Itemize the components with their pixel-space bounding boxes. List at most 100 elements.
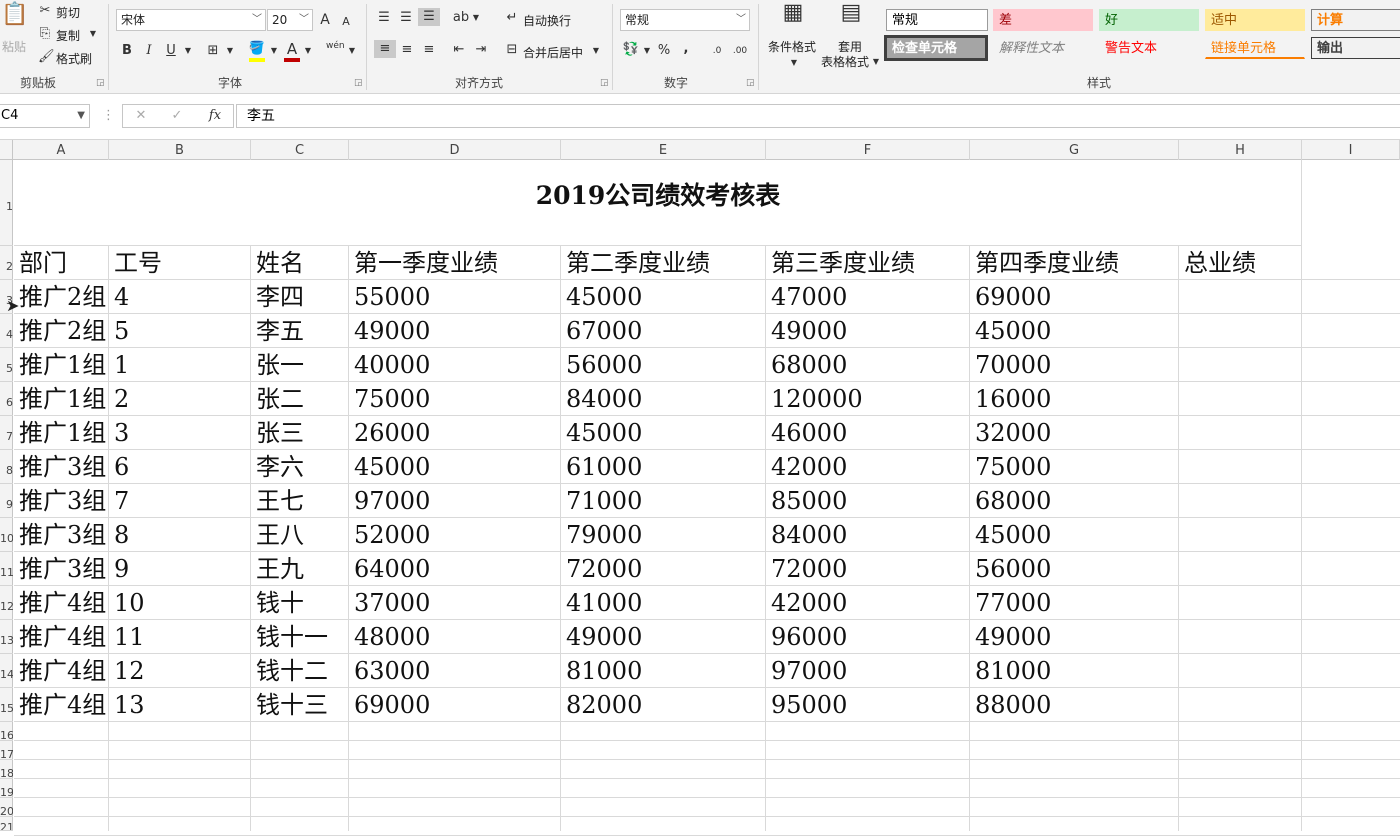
row-header-12[interactable]: 12 <box>0 586 13 620</box>
data-cell-a[interactable]: 推广4组 <box>14 620 109 654</box>
data-cell-h[interactable] <box>1179 518 1302 552</box>
row-header-15[interactable]: 15 <box>0 688 13 722</box>
table-format-dropdown-icon[interactable]: ▼ <box>871 53 881 71</box>
data-cell-a[interactable]: 推广1组 <box>14 348 109 382</box>
font-color-icon[interactable]: A <box>284 40 300 58</box>
header-cell-c[interactable]: 姓名 <box>251 246 349 280</box>
paste-button[interactable]: 粘贴 <box>2 38 26 55</box>
data-cell-g[interactable]: 49000 <box>970 620 1179 654</box>
data-cell-b[interactable]: 3 <box>109 416 251 450</box>
data-cell-g[interactable]: 45000 <box>970 314 1179 348</box>
data-cell-c[interactable]: 李四 <box>251 280 349 314</box>
data-cell-b[interactable]: 4 <box>109 280 251 314</box>
data-cell-g[interactable]: 68000 <box>970 484 1179 518</box>
data-cell-e[interactable]: 79000 <box>561 518 766 552</box>
data-cell-g[interactable]: 75000 <box>970 450 1179 484</box>
data-cell-d[interactable]: 49000 <box>349 314 561 348</box>
row-header-8[interactable]: 8 <box>0 450 13 484</box>
shrink-font-button[interactable]: A <box>340 13 352 31</box>
row-header-19[interactable]: 19 <box>0 779 13 798</box>
data-cell-d[interactable]: 45000 <box>349 450 561 484</box>
data-cell-g[interactable]: 69000 <box>970 280 1179 314</box>
data-cell-g[interactable]: 32000 <box>970 416 1179 450</box>
clipboard-launcher-icon[interactable]: ◲ <box>96 78 105 88</box>
cell-style-2[interactable]: 差 <box>993 9 1093 31</box>
data-cell-h[interactable] <box>1179 484 1302 518</box>
data-cell-b[interactable]: 8 <box>109 518 251 552</box>
align-top-icon[interactable]: ☰ <box>375 9 393 27</box>
cancel-icon[interactable]: ✕ <box>133 107 149 125</box>
data-cell-g[interactable]: 56000 <box>970 552 1179 586</box>
comma-button[interactable]: , <box>679 40 693 58</box>
row-header-14[interactable]: 14 <box>0 654 13 688</box>
data-cell-a[interactable]: 推广1组 <box>14 382 109 416</box>
row-header-9[interactable]: 9 <box>0 484 13 518</box>
data-cell-d[interactable]: 48000 <box>349 620 561 654</box>
cell-style-4[interactable]: 适中 <box>1205 9 1305 31</box>
data-cell-h[interactable] <box>1179 280 1302 314</box>
data-cell-a[interactable]: 推广4组 <box>14 688 109 722</box>
data-cell-f[interactable]: 96000 <box>766 620 970 654</box>
data-cell-h[interactable] <box>1179 654 1302 688</box>
data-cell-f[interactable]: 49000 <box>766 314 970 348</box>
data-cell-c[interactable]: 李六 <box>251 450 349 484</box>
data-cell-g[interactable]: 81000 <box>970 654 1179 688</box>
data-cell-d[interactable]: 37000 <box>349 586 561 620</box>
data-cell-h[interactable] <box>1179 586 1302 620</box>
bold-button[interactable]: B <box>119 42 135 60</box>
data-cell-a[interactable]: 推广1组 <box>14 416 109 450</box>
row-header-6[interactable]: 6 <box>0 382 13 416</box>
formula-input[interactable]: 李五 <box>236 104 1400 128</box>
table-format-button[interactable]: 表格格式 <box>821 53 869 70</box>
orientation-dropdown-icon[interactable]: ▼ <box>471 9 481 27</box>
phonetic-button[interactable]: wén <box>326 40 345 52</box>
data-cell-f[interactable]: 84000 <box>766 518 970 552</box>
data-cell-e[interactable]: 67000 <box>561 314 766 348</box>
merge-dropdown-icon[interactable]: ▼ <box>591 42 601 60</box>
decrease-decimal-button[interactable]: .00 <box>729 42 751 60</box>
select-all-corner[interactable] <box>0 140 13 160</box>
phonetic-dropdown-icon[interactable]: ▼ <box>347 42 357 60</box>
data-cell-a[interactable]: 推广3组 <box>14 450 109 484</box>
data-cell-e[interactable]: 82000 <box>561 688 766 722</box>
data-cell-f[interactable]: 120000 <box>766 382 970 416</box>
insert-function-button[interactable]: fx <box>205 107 225 125</box>
data-cell-b[interactable]: 13 <box>109 688 251 722</box>
cut-button[interactable]: 剪切 <box>56 4 80 21</box>
currency-dropdown-icon[interactable]: ▼ <box>642 42 652 60</box>
data-cell-d[interactable]: 40000 <box>349 348 561 382</box>
data-cell-e[interactable]: 45000 <box>561 416 766 450</box>
alignment-launcher-icon[interactable]: ◲ <box>600 78 609 88</box>
enter-icon[interactable]: ✓ <box>169 107 185 125</box>
font-name-select[interactable]: 宋体 ﹀ <box>116 9 266 31</box>
column-header-d[interactable]: D <box>349 140 561 160</box>
data-cell-c[interactable]: 王九 <box>251 552 349 586</box>
data-cell-b[interactable]: 11 <box>109 620 251 654</box>
copy-dropdown-icon[interactable]: ▼ <box>88 25 98 43</box>
data-cell-c[interactable]: 钱十一 <box>251 620 349 654</box>
header-cell-b[interactable]: 工号 <box>109 246 251 280</box>
data-cell-f[interactable]: 95000 <box>766 688 970 722</box>
align-middle-icon[interactable]: ☰ <box>397 9 415 27</box>
cell-area[interactable]: 2019公司绩效考核表 部门 工号 姓名 第一季度业绩 第二季度业绩 第三季度业绩 第四季度… <box>14 160 1400 836</box>
column-header-g[interactable]: G <box>970 140 1179 160</box>
cell-style-6[interactable]: 检查单元格 <box>884 35 988 61</box>
header-cell-g[interactable]: 第四季度业绩 <box>970 246 1179 280</box>
row-header-11[interactable]: 11 <box>0 552 13 586</box>
align-center-icon[interactable]: ≡ <box>398 41 416 59</box>
wrap-text-button[interactable]: 自动换行 <box>523 12 571 29</box>
data-cell-g[interactable]: 88000 <box>970 688 1179 722</box>
data-cell-d[interactable]: 64000 <box>349 552 561 586</box>
data-cell-c[interactable]: 张一 <box>251 348 349 382</box>
currency-icon[interactable]: 💱 <box>622 41 640 59</box>
font-size-select[interactable]: 20 ﹀ <box>267 9 313 31</box>
border-dropdown-icon[interactable]: ▼ <box>225 42 235 60</box>
data-cell-f[interactable]: 68000 <box>766 348 970 382</box>
data-cell-f[interactable]: 42000 <box>766 586 970 620</box>
row-header-4[interactable]: 4 <box>0 314 13 348</box>
data-cell-a[interactable]: 推广2组 <box>14 280 109 314</box>
fill-dropdown-icon[interactable]: ▼ <box>269 42 279 60</box>
data-cell-b[interactable]: 7 <box>109 484 251 518</box>
row-header-5[interactable]: 5 <box>0 348 13 382</box>
decrease-indent-icon[interactable]: ⇤ <box>450 41 468 59</box>
